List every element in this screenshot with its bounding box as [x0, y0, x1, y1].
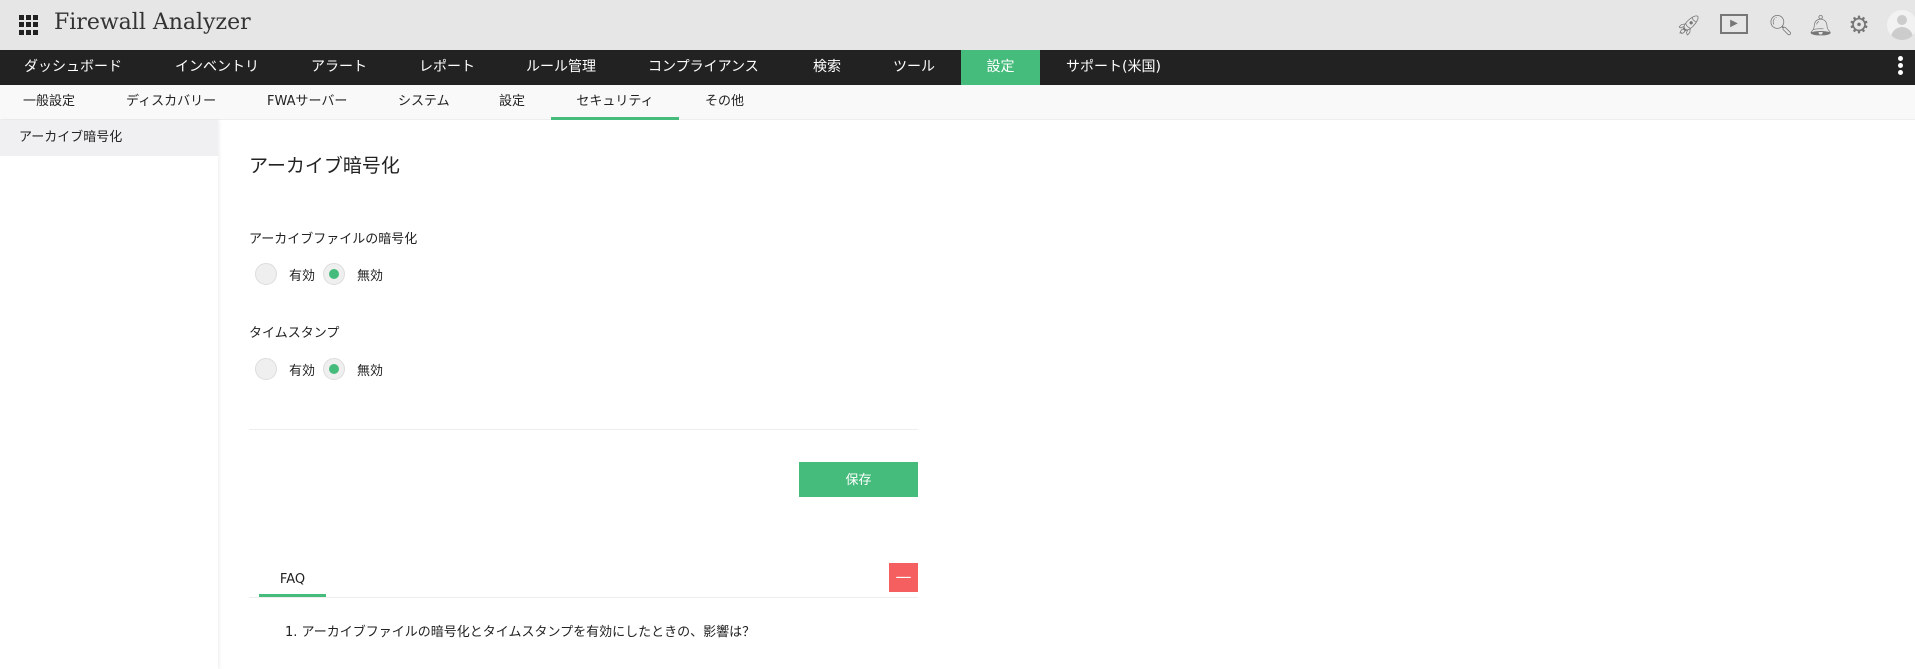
main-nav: ダッシュボード インベントリ アラート レポート ルール管理 コンプライアンス …: [0, 50, 1915, 85]
nav-search[interactable]: 検索: [813, 50, 841, 85]
archive-encryption-label: アーカイブファイルの暗号化: [249, 232, 418, 247]
save-button[interactable]: 保存: [799, 462, 918, 497]
divider: [249, 429, 918, 430]
faq-question[interactable]: 1. アーカイブファイルの暗号化とタイムスタンプを有効にしたときの、影響は？: [285, 621, 755, 640]
nav-settings[interactable]: 設定: [961, 50, 1040, 85]
archive-encryption-disable-radio[interactable]: [323, 263, 345, 285]
timestamp-enable-radio[interactable]: [255, 358, 277, 380]
app-title: Firewall Analyzer: [54, 10, 251, 35]
more-menu-icon[interactable]: [1898, 56, 1904, 77]
nav-dashboard[interactable]: ダッシュボード: [24, 50, 122, 85]
archive-encryption-enable-label[interactable]: 有効: [289, 265, 315, 284]
timestamp-disable-label[interactable]: 無効: [357, 360, 383, 379]
bell-icon[interactable]: 🔔︎: [1808, 13, 1833, 37]
nav-alerts[interactable]: アラート: [311, 50, 367, 85]
top-header: Firewall Analyzer 🚀︎ ▶ 🔍︎ 🔔︎ ⚙: [0, 0, 1915, 50]
nav-compliance[interactable]: コンプライアンス: [648, 50, 759, 85]
nav-rule-management[interactable]: ルール管理: [526, 50, 596, 85]
timestamp-enable-label[interactable]: 有効: [289, 360, 315, 379]
rocket-icon[interactable]: 🚀︎: [1676, 13, 1701, 37]
subnav-fwa-server[interactable]: FWAサーバー: [267, 85, 347, 120]
timestamp-label: タイムスタンプ: [249, 326, 340, 341]
timestamp-disable-radio[interactable]: [323, 358, 345, 380]
subnav-general[interactable]: 一般設定: [23, 85, 75, 120]
archive-encryption-disable-label[interactable]: 無効: [357, 265, 383, 284]
nav-support[interactable]: サポート(米国): [1066, 50, 1161, 85]
sidebar-item-archive-encryption[interactable]: アーカイブ暗号化: [0, 120, 218, 156]
subnav-other[interactable]: その他: [705, 85, 744, 120]
collapse-faq-button[interactable]: —: [889, 563, 918, 592]
nav-tools[interactable]: ツール: [893, 50, 935, 85]
nav-inventory[interactable]: インベントリ: [175, 50, 259, 85]
app-grid-icon[interactable]: [19, 15, 39, 35]
subnav-settings[interactable]: 設定: [499, 85, 525, 120]
subnav-security[interactable]: セキュリティ: [551, 85, 679, 120]
faq-tab[interactable]: FAQ: [259, 566, 326, 597]
sub-nav: 一般設定 ディスカバリー FWAサーバー システム 設定 セキュリティ その他: [0, 85, 1915, 120]
presentation-icon[interactable]: ▶: [1720, 14, 1748, 34]
subnav-system[interactable]: システム: [398, 85, 450, 120]
sidebar: アーカイブ暗号化: [0, 120, 218, 669]
avatar-icon[interactable]: [1887, 10, 1915, 40]
subnav-discovery[interactable]: ディスカバリー: [126, 85, 216, 120]
gear-icon[interactable]: ⚙: [1847, 13, 1871, 37]
faq-divider: [249, 597, 918, 598]
archive-encryption-enable-radio[interactable]: [255, 263, 277, 285]
page-title: アーカイブ暗号化: [249, 155, 400, 177]
search-icon[interactable]: 🔍︎: [1768, 13, 1793, 37]
nav-reports[interactable]: レポート: [419, 50, 475, 85]
